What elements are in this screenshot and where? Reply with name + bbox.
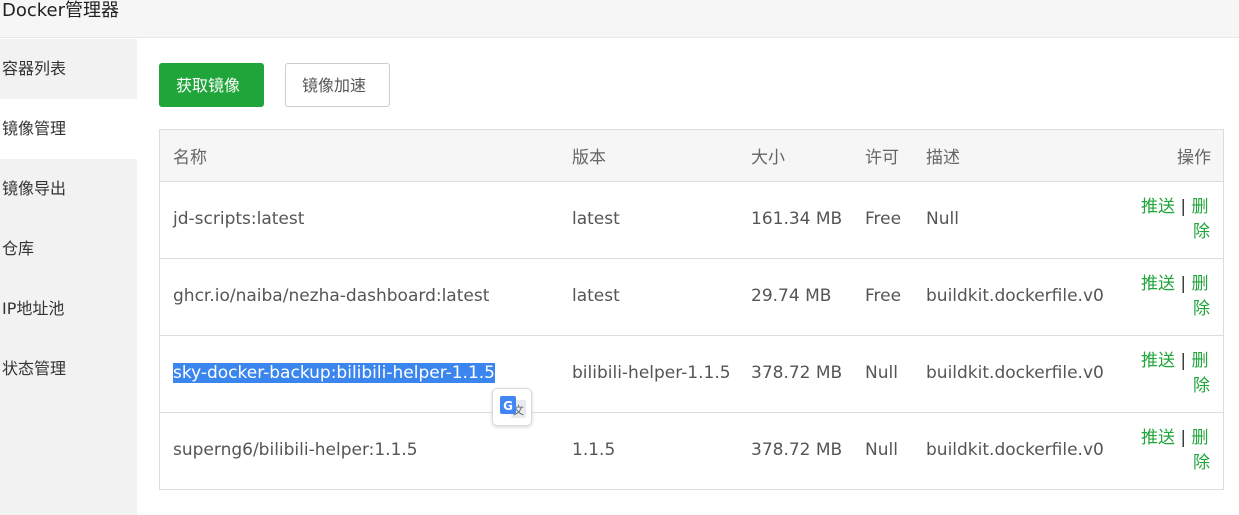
push-link[interactable]: 推送: [1141, 351, 1175, 371]
ops-separator: |: [1180, 196, 1187, 217]
row-operations: 推送 | 删除: [1118, 181, 1223, 258]
google-translate-icon[interactable]: 文 G: [492, 388, 532, 426]
push-link[interactable]: 推送: [1141, 274, 1175, 294]
row-operations: 推送 | 删除: [1118, 412, 1223, 489]
sidebar: 容器列表 镜像管理 镜像导出 仓库 IP地址池 状态管理: [0, 39, 137, 515]
image-name: jd-scripts:latest: [173, 209, 305, 229]
image-version: 1.1.5: [572, 440, 616, 461]
delete-link-continued[interactable]: 除: [1141, 376, 1210, 396]
ops-separator: |: [1180, 427, 1187, 448]
image-table: 名称 版本 大小 许可 描述 操作 jd-scripts:latest late…: [159, 129, 1224, 490]
main-content: 获取镜像 镜像加速 名称 版本 大小 许可 描述 操作 jd-scripts:l…: [137, 39, 1239, 515]
image-size: 161.34 MB: [751, 209, 843, 229]
sidebar-item-ip-pool[interactable]: IP地址池: [0, 279, 137, 339]
image-description: Null: [926, 209, 959, 229]
image-size: 378.72 MB: [751, 440, 843, 461]
delete-link-continued[interactable]: 除: [1141, 453, 1210, 473]
push-link[interactable]: 推送: [1141, 428, 1175, 448]
get-image-button[interactable]: 获取镜像: [159, 63, 264, 107]
column-header-license: 许可: [852, 130, 913, 182]
image-license: Free: [865, 209, 902, 229]
column-header-size: 大小: [738, 130, 852, 182]
image-accelerate-button[interactable]: 镜像加速: [285, 63, 390, 107]
delete-link[interactable]: 删: [1192, 197, 1209, 217]
push-link[interactable]: 推送: [1141, 197, 1175, 217]
image-license: Null: [865, 363, 898, 383]
app-header: Docker管理器: [0, 0, 1239, 38]
translate-glyph-icon: 文 G: [500, 396, 526, 418]
sidebar-item-repository[interactable]: 仓库: [0, 219, 137, 279]
column-header-name: 名称: [160, 130, 559, 182]
delete-link[interactable]: 删: [1192, 274, 1209, 294]
image-description: buildkit.dockerfile.v0: [926, 286, 1104, 306]
image-version: latest: [572, 286, 620, 306]
delete-link-continued[interactable]: 除: [1141, 299, 1210, 319]
selected-image-name: sky-docker-backup:bilibili-helper-1.1.5: [173, 363, 495, 383]
column-header-operations: 操作: [1118, 130, 1223, 182]
table-row: superng6/bilibili-helper:1.1.5 1.1.5 378…: [160, 412, 1223, 489]
image-size: 378.72 MB: [751, 363, 843, 383]
image-name: ghcr.io/naiba/nezha-dashboard:latest: [173, 286, 490, 306]
table-header-row: 名称 版本 大小 许可 描述 操作: [160, 130, 1223, 182]
delete-link[interactable]: 删: [1192, 351, 1209, 371]
row-operations: 推送 | 删除: [1118, 258, 1223, 335]
sidebar-item-image-export[interactable]: 镜像导出: [0, 159, 137, 219]
image-version: bilibili-helper-1.1.5: [572, 363, 731, 383]
image-license: Free: [865, 286, 902, 306]
image-description: buildkit.dockerfile.v0: [926, 440, 1104, 461]
sidebar-item-container-list[interactable]: 容器列表: [0, 39, 137, 99]
image-size: 29.74 MB: [751, 286, 832, 306]
ops-separator: |: [1180, 350, 1187, 371]
row-operations: 推送 | 删除: [1118, 335, 1223, 412]
app-title: Docker管理器: [2, 0, 120, 21]
delete-link-continued[interactable]: 除: [1141, 222, 1210, 242]
sidebar-item-image-management[interactable]: 镜像管理: [0, 99, 137, 159]
sidebar-item-status-management[interactable]: 状态管理: [0, 339, 137, 399]
column-header-description: 描述: [913, 130, 1118, 182]
column-header-version: 版本: [559, 130, 738, 182]
table-row: ghcr.io/naiba/nezha-dashboard:latest lat…: [160, 258, 1223, 335]
image-license: Null: [865, 440, 898, 461]
image-description: buildkit.dockerfile.v0: [926, 363, 1104, 383]
table-row: jd-scripts:latest latest 161.34 MB Free …: [160, 181, 1223, 258]
image-version: latest: [572, 209, 620, 229]
table-row: sky-docker-backup:bilibili-helper-1.1.5 …: [160, 335, 1223, 412]
delete-link[interactable]: 删: [1192, 428, 1209, 448]
ops-separator: |: [1180, 273, 1187, 294]
svg-text:G: G: [503, 399, 513, 413]
